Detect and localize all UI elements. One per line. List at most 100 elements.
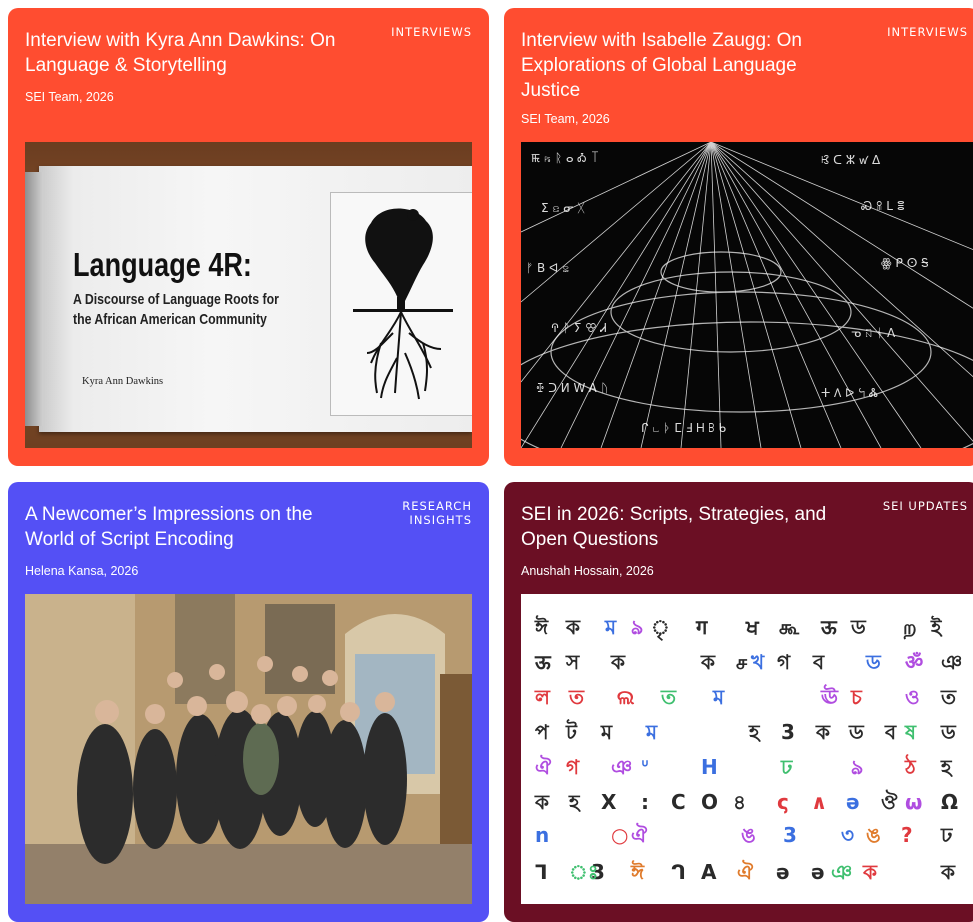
book-title: Language 4R:: [73, 246, 252, 283]
svg-text:ঈ: ঈ: [534, 614, 549, 639]
svg-text:ঙ: ঙ: [741, 823, 756, 847]
svg-text:ঌ: ঌ: [851, 755, 863, 779]
svg-text:ড: ড: [940, 720, 957, 744]
svg-text:ম: ম: [600, 720, 613, 744]
svg-text:ঐ: ঐ: [535, 754, 552, 779]
svg-text:ਖ: ਖ: [745, 615, 760, 639]
svg-text:C: C: [671, 790, 686, 814]
svg-text:ə: ə: [811, 860, 825, 884]
svg-text:ᒣ: ᒣ: [535, 860, 548, 884]
svg-text:ও: ও: [905, 685, 920, 709]
svg-text:ᒉ: ᒉ: [671, 860, 686, 884]
article-card-kyra-dawkins[interactable]: Interview with Kyra Ann Dawkins: On Lang…: [8, 8, 489, 466]
svg-text:চ: চ: [850, 685, 863, 709]
svg-text:ς: ς: [777, 790, 789, 814]
svg-text:ত: ত: [660, 685, 677, 709]
svg-text:Ω: Ω: [941, 790, 958, 814]
svg-text:ঙ: ঙ: [866, 823, 881, 847]
category-tag[interactable]: INTERVIEWS: [848, 25, 968, 39]
category-tag[interactable]: RESEARCH INSIGHTS: [352, 499, 472, 527]
svg-text:ᓀ ꤡ ᚾ ⴷ: ᓀ ꤡ ᚾ ⴷ: [851, 326, 896, 340]
svg-text:ঊ: ঊ: [820, 684, 839, 709]
svg-text:ঠ: ঠ: [904, 754, 917, 779]
article-card-isabelle-zaugg[interactable]: Interview with Isabelle Zaugg: On Explor…: [504, 8, 973, 466]
book-cover-image[interactable]: Language 4R: A Discourse of Language Roo…: [25, 142, 472, 448]
svg-text:ᐡ: ᐡ: [641, 755, 649, 779]
svg-text:ৃ: ৃ: [651, 615, 670, 641]
svg-text:ঞ: ঞ: [941, 650, 962, 674]
card-title[interactable]: SEI in 2026: Scripts, Strategies, and Op…: [521, 502, 831, 552]
svg-text:৪: ৪: [733, 790, 746, 814]
svg-text:ক: ক: [700, 650, 716, 674]
svg-text:ড: ড: [848, 720, 865, 744]
svg-text:ग: ग: [695, 615, 708, 639]
svg-text:ক: ক: [862, 860, 878, 884]
svg-text:O: O: [701, 790, 718, 814]
svg-text:○: ○: [611, 823, 628, 847]
svg-text:ற: ற: [903, 615, 917, 639]
svg-text:ꛈ ᚹ ⵢ ꕢ Ꮧ: ꛈ ᚹ ⵢ ꕢ Ꮧ: [551, 321, 607, 335]
svg-text:?: ?: [901, 823, 913, 847]
svg-text:হ: হ: [748, 720, 761, 744]
svg-text:হ: হ: [568, 790, 581, 814]
svg-text:A: A: [701, 860, 717, 884]
book-subtitle: A Discourse of Language Roots for the Af…: [73, 291, 279, 328]
svg-text:ক: ক: [815, 720, 831, 744]
svg-text:ত: ত: [940, 685, 957, 709]
svg-text:3: 3: [783, 823, 797, 847]
svg-text:স: স: [565, 650, 580, 674]
svg-text:ষ: ষ: [904, 720, 917, 744]
script-chart-image[interactable]: ঈ কৃ ग ਖ கூ ऊ ড றऊসক কசগব পটমহ 3কডব কহX: CO৪ঔ…: [521, 594, 973, 904]
svg-text:প: প: [535, 720, 550, 744]
group-photo[interactable]: [25, 594, 472, 904]
svg-text:3: 3: [781, 720, 795, 744]
card-title[interactable]: A Newcomer’s Impressions on the World of…: [25, 502, 325, 552]
svg-text:ऊ: ऊ: [534, 650, 552, 674]
svg-text:ঈ: ঈ: [630, 859, 645, 884]
svg-text:ম: ম: [712, 685, 725, 709]
svg-text:ঢ: ঢ: [940, 823, 953, 847]
svg-text:ড: ড: [850, 615, 867, 639]
svg-text:ই: ই: [930, 615, 943, 639]
svg-text:গ: গ: [777, 650, 791, 674]
category-tag[interactable]: INTERVIEWS: [352, 25, 472, 39]
svg-text:ড: ড: [865, 650, 882, 674]
svg-text:৩: ৩: [841, 823, 854, 847]
svg-text:H: H: [701, 755, 718, 779]
svg-text:ⵜ ꛎ ᐅ ꕪ Ꮬ: ⵜ ꛎ ᐅ ꕪ Ꮬ: [821, 386, 878, 400]
svg-text:ঌ: ঌ: [631, 615, 643, 639]
svg-text:ঃ: ঃ: [569, 860, 598, 884]
svg-text:ଲ: ଲ: [617, 685, 635, 709]
svg-text:ম: ম: [645, 720, 658, 744]
svg-text:ঐ: ঐ: [631, 822, 648, 847]
svg-text::: :: [641, 790, 649, 814]
card-author-date: Helena Kansa, 2026: [25, 564, 139, 578]
svg-text:Ꮝ ꕉ ᒪ ⴻ: Ꮝ ꕉ ᒪ ⴻ: [861, 199, 905, 213]
svg-text:ট: ট: [565, 719, 578, 744]
svg-text:ə: ə: [776, 860, 790, 884]
svg-text:ᚠ ꓐ ᐊ ꤃: ᚠ ꓐ ᐊ ꤃: [526, 261, 569, 275]
svg-text:ক: ক: [565, 615, 581, 639]
svg-text:খ: খ: [750, 650, 765, 674]
svg-text:ꔀ ᑐ ⵍ ꓪ Ꭺ ᚢ: ꔀ ᑐ ⵍ ꓪ Ꭺ ᚢ: [536, 381, 608, 395]
svg-text:கூ: கூ: [779, 615, 800, 639]
svg-text:ক: ক: [940, 860, 956, 884]
card-author-date: Anushah Hossain, 2026: [521, 564, 654, 578]
svg-text:n: n: [535, 823, 549, 847]
card-title[interactable]: Interview with Isabelle Zaugg: On Explor…: [521, 28, 811, 103]
category-tag[interactable]: SEI UPDATES: [848, 499, 968, 513]
script-vortex-image[interactable]: ꯃ ꤒ ᚱ ⴰ Ꭳ ꓄ ꕙ ᑕ ⵣ ꛃ ᐃ ⵉ ꤢ ᓂ ᚷ Ꮝ ꕉ ᒪ ⴻ ᚠ …: [521, 142, 973, 448]
svg-text:ঐ: ঐ: [737, 859, 754, 884]
article-card-newcomer-impressions[interactable]: A Newcomer’s Impressions on the World of…: [8, 482, 489, 922]
svg-text:ⵉ ꤢ ᓂ ᚷ: ⵉ ꤢ ᓂ ᚷ: [541, 201, 585, 215]
tree-roots-illustration: [330, 192, 472, 416]
svg-text:ব: ব: [884, 720, 897, 744]
book-author: Kyra Ann Dawkins: [82, 376, 164, 387]
svg-text:ə: ə: [846, 790, 860, 814]
svg-text:ক: ক: [534, 790, 550, 814]
card-title[interactable]: Interview with Kyra Ann Dawkins: On Lang…: [25, 28, 355, 78]
article-card-sei-2026[interactable]: SEI in 2026: Scripts, Strategies, and Op…: [504, 482, 973, 922]
svg-text:ঞ: ঞ: [611, 755, 632, 779]
svg-text:ঢ: ঢ: [780, 755, 793, 779]
svg-text:ব: ব: [812, 650, 825, 674]
